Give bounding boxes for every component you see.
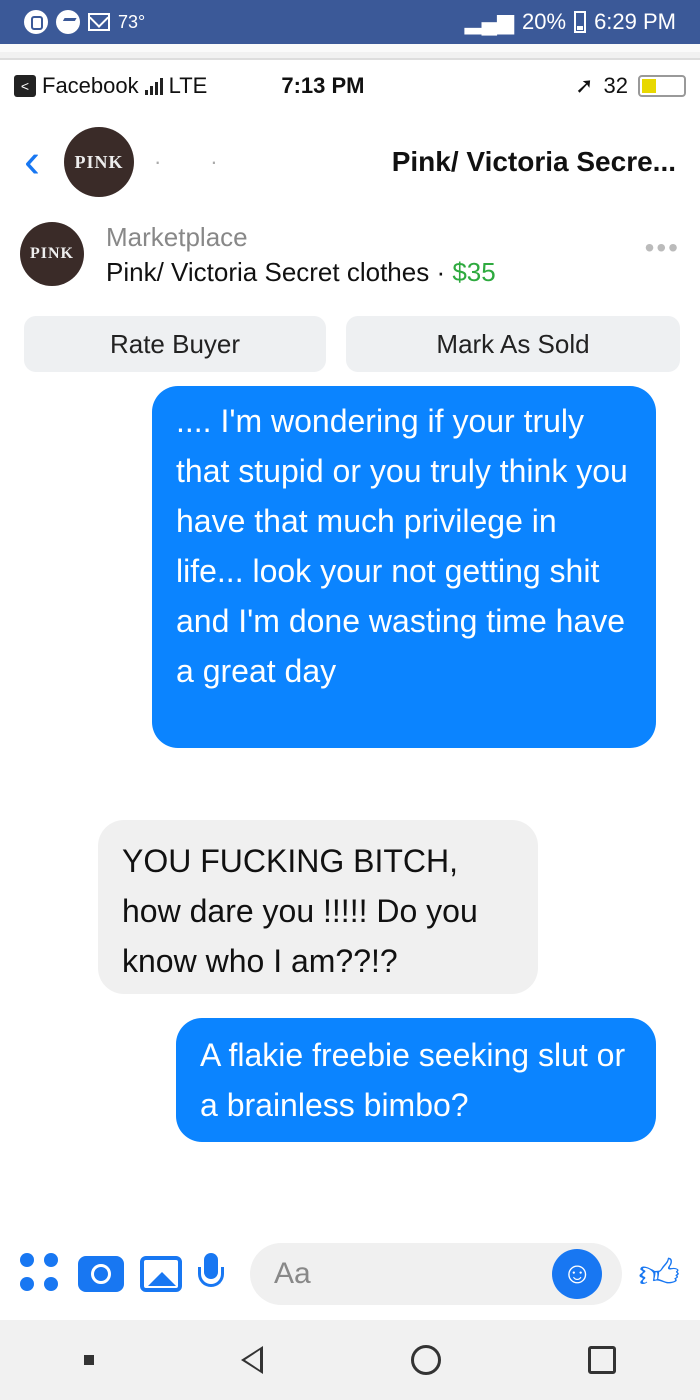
location-arrow-icon: ➚	[575, 73, 594, 98]
status-left: 73°	[24, 10, 145, 34]
nav-home-icon[interactable]	[410, 1345, 441, 1375]
message-composer: Aa ☺ 👍︎	[0, 1228, 700, 1320]
network-label: LTE	[168, 73, 208, 98]
gallery-icon[interactable]	[140, 1256, 182, 1292]
device-status-bar: 73° ▂▄▆ 20% 6:29 PM	[0, 0, 700, 44]
messenger-notification-icon	[56, 10, 80, 34]
inner-status-right: ➚ 32	[575, 73, 686, 99]
battery-icon	[574, 11, 587, 33]
more-options-icon[interactable]: •••	[645, 232, 680, 264]
avatar[interactable]: PINK	[64, 127, 134, 197]
status-right: ▂▄▆ 20% 6:29 PM	[465, 9, 676, 35]
conversation-title[interactable]: Pink/ Victoria Secre...	[392, 146, 676, 178]
listing-title-text: Pink/ Victoria Secret clothes ·	[106, 257, 453, 287]
back-chevron-icon[interactable]: ‹	[24, 138, 64, 186]
more-actions-icon[interactable]	[20, 1253, 62, 1295]
listing-actions: Rate Buyer Mark As Sold	[0, 302, 700, 372]
message-bubble-incoming[interactable]: YOU FUCKING BITCH, how dare you !!!!! Do…	[98, 820, 538, 994]
mail-notification-icon	[88, 13, 110, 31]
marketplace-listing[interactable]: PINK Marketplace Pink/ Victoria Secret c…	[0, 212, 700, 302]
battery-percent: 20%	[522, 9, 567, 34]
back-to-app[interactable]: < Facebook	[14, 73, 139, 99]
signal-icon: ▂▄▆	[464, 9, 515, 34]
divider	[0, 44, 700, 52]
message-bubble-outgoing[interactable]: A flakie freebie seeking slut or a brain…	[176, 1018, 656, 1142]
microphone-icon[interactable]	[198, 1253, 224, 1295]
inner-battery-percent: 32	[603, 73, 628, 98]
nav-back-icon[interactable]	[241, 1346, 264, 1374]
back-app-label: Facebook	[42, 73, 139, 98]
navigation-bar	[0, 1320, 700, 1400]
message-bubble-outgoing[interactable]: .... I'm wondering if your truly that st…	[152, 386, 656, 748]
listing-avatar: PINK	[20, 222, 84, 286]
listing-text: Marketplace Pink/ Victoria Secret clothe…	[106, 222, 496, 288]
pinterest-notification-icon	[24, 10, 48, 34]
rate-buyer-button[interactable]: Rate Buyer	[24, 316, 326, 372]
back-app-icon: <	[14, 75, 36, 97]
listing-price: $35	[452, 257, 496, 287]
emoji-icon[interactable]: ☺	[552, 1249, 603, 1299]
redacted-name: · ·	[154, 149, 218, 174]
mark-as-sold-button[interactable]: Mark As Sold	[346, 316, 680, 372]
message-thread: .... I'm wondering if your truly that st…	[0, 372, 700, 1192]
inner-time: 7:13 PM	[281, 73, 365, 98]
thumbs-up-icon[interactable]: 👍︎	[638, 1250, 680, 1298]
camera-icon[interactable]	[78, 1256, 124, 1292]
inner-battery-icon	[638, 75, 686, 97]
nav-recents-icon[interactable]	[588, 1346, 617, 1374]
temperature: 73°	[118, 11, 146, 32]
signal-icon	[144, 77, 163, 95]
conversation-header: ‹ PINK · · Pink/ Victoria Secre...	[0, 112, 700, 212]
nav-dot-icon[interactable]	[83, 1355, 94, 1365]
inner-status-bar: < Facebook LTE 7:13 PM ➚ 32	[0, 60, 700, 112]
status-time: 6:29 PM	[594, 9, 676, 34]
compose-wrap: Aa ☺	[240, 1243, 623, 1305]
listing-title: Pink/ Victoria Secret clothes · $35	[106, 257, 496, 288]
listing-source: Marketplace	[106, 222, 248, 252]
messenger-screenshot: < Facebook LTE 7:13 PM ➚ 32 ‹ PINK · · P…	[0, 58, 700, 1320]
